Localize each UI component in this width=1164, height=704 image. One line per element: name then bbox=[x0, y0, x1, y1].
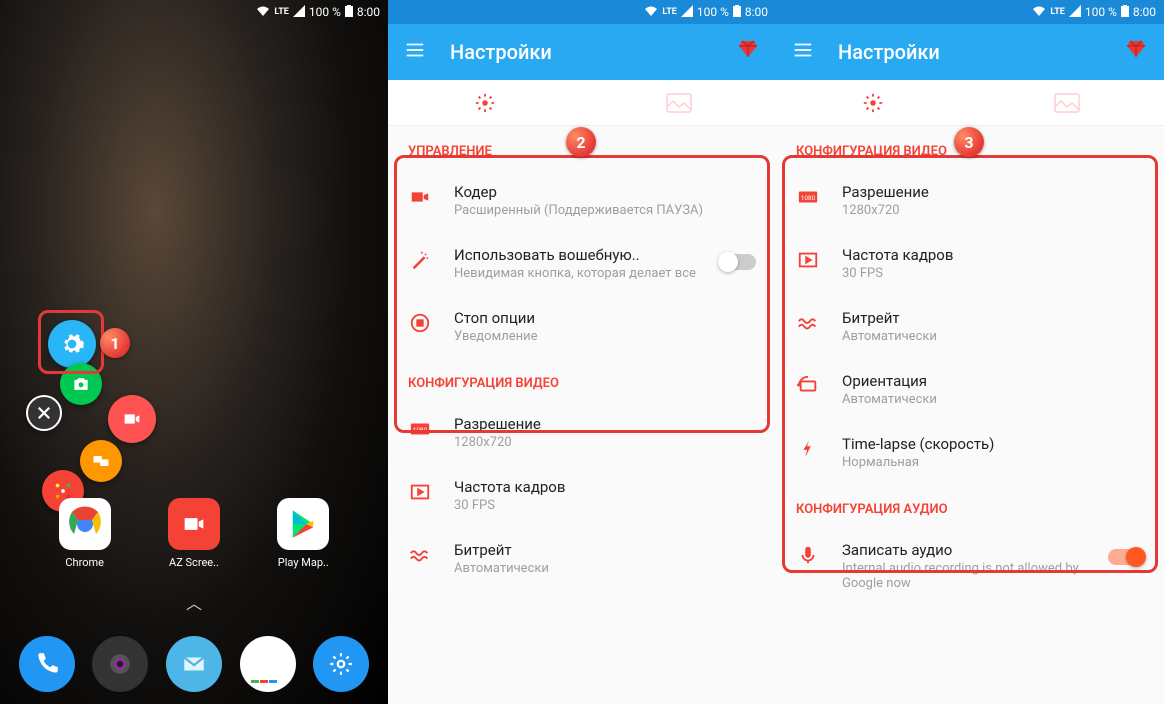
play-icon bbox=[277, 498, 329, 550]
tab-gallery[interactable] bbox=[970, 93, 1164, 113]
tab-gallery[interactable] bbox=[582, 93, 776, 113]
signal-icon bbox=[681, 5, 693, 20]
app-label: Play Мар.. bbox=[278, 556, 329, 569]
app-bar-title: Настройки bbox=[450, 40, 712, 64]
toggle-audio[interactable] bbox=[1108, 549, 1144, 565]
az-icon bbox=[168, 498, 220, 550]
setting-bitrate[interactable]: Битрейт Автоматически bbox=[388, 527, 776, 590]
setting-label: Частота кадров bbox=[454, 478, 756, 496]
setting-sub: 1280x720 bbox=[454, 435, 756, 450]
network-type: LTE bbox=[274, 7, 289, 17]
setting-sub: Автоматически bbox=[454, 561, 756, 576]
floating-dualcam-button[interactable] bbox=[80, 440, 122, 482]
status-time: 8:00 bbox=[1133, 5, 1156, 19]
bitrate-icon bbox=[408, 543, 432, 567]
dock-camera[interactable] bbox=[92, 636, 148, 692]
status-time: 8:00 bbox=[745, 5, 768, 19]
status-bar: LTE 100 % 8:00 bbox=[0, 0, 388, 24]
network-type: LTE bbox=[1050, 7, 1065, 17]
callout-3-frame bbox=[782, 155, 1158, 573]
fps-icon bbox=[408, 480, 432, 504]
wifi-icon bbox=[644, 5, 658, 20]
phone-settings-video: LTE 100 % 8:00 Настройки 3 КОНФИГУРАЦИЯ … bbox=[776, 0, 1164, 704]
menu-icon[interactable] bbox=[792, 39, 814, 65]
wifi-icon bbox=[1032, 5, 1046, 20]
phone-homescreen: LTE 100 % 8:00 1 Chrome bbox=[0, 0, 388, 704]
drawer-arrow-icon[interactable]: ︿ bbox=[186, 590, 202, 614]
setting-sub: 30 FPS bbox=[454, 498, 756, 513]
dock-mail[interactable] bbox=[166, 636, 222, 692]
callout-badge-1: 1 bbox=[100, 328, 130, 358]
setting-label: Битрейт bbox=[454, 541, 756, 559]
app-play-store[interactable]: Play Мар.. bbox=[277, 498, 329, 569]
signal-icon bbox=[1069, 5, 1081, 20]
floating-record-button[interactable] bbox=[108, 395, 156, 443]
signal-icon bbox=[293, 5, 305, 20]
battery-icon bbox=[1121, 5, 1129, 20]
status-time: 8:00 bbox=[357, 5, 380, 19]
ruby-icon[interactable] bbox=[1124, 37, 1148, 67]
dock-settings[interactable] bbox=[313, 636, 369, 692]
battery-percent: 100 % bbox=[1085, 5, 1117, 19]
tab-bar bbox=[776, 80, 1164, 126]
setting-fps[interactable]: Частота кадров 30 FPS bbox=[388, 464, 776, 527]
callout-badge-2: 2 bbox=[566, 127, 596, 157]
battery-icon bbox=[345, 5, 353, 20]
home-app-row: Chrome AZ Scree.. Play Мар.. bbox=[0, 498, 388, 569]
battery-icon bbox=[733, 5, 741, 20]
phone-settings-control: LTE 100 % 8:00 Настройки 2 УПРАВЛЕНИЕ Ко… bbox=[388, 0, 776, 704]
app-bar: Настройки bbox=[776, 24, 1164, 80]
floating-close-button[interactable] bbox=[26, 395, 62, 431]
tab-settings[interactable] bbox=[776, 92, 970, 114]
dock bbox=[0, 624, 388, 704]
dock-gallery[interactable] bbox=[240, 636, 296, 692]
app-chrome[interactable]: Chrome bbox=[59, 498, 111, 569]
menu-icon[interactable] bbox=[404, 39, 426, 65]
network-type: LTE bbox=[662, 7, 677, 17]
chrome-icon bbox=[59, 498, 111, 550]
battery-percent: 100 % bbox=[309, 5, 341, 19]
app-label: AZ Scree.. bbox=[169, 556, 219, 569]
app-bar-title: Настройки bbox=[838, 40, 1100, 64]
app-label: Chrome bbox=[65, 556, 104, 569]
callout-badge-3: 3 bbox=[954, 127, 984, 157]
app-bar: Настройки bbox=[388, 24, 776, 80]
tab-bar bbox=[388, 80, 776, 126]
toggle-magic[interactable] bbox=[720, 254, 756, 270]
wifi-icon bbox=[256, 5, 270, 20]
callout-2-frame bbox=[394, 155, 770, 433]
app-az-screen[interactable]: AZ Scree.. bbox=[168, 498, 220, 569]
battery-percent: 100 % bbox=[697, 5, 729, 19]
dock-phone[interactable] bbox=[19, 636, 75, 692]
callout-1-frame bbox=[38, 310, 104, 374]
status-bar: LTE 100 % 8:00 bbox=[776, 0, 1164, 24]
status-bar: LTE 100 % 8:00 bbox=[388, 0, 776, 24]
tab-settings[interactable] bbox=[388, 92, 582, 114]
ruby-icon[interactable] bbox=[736, 37, 760, 67]
